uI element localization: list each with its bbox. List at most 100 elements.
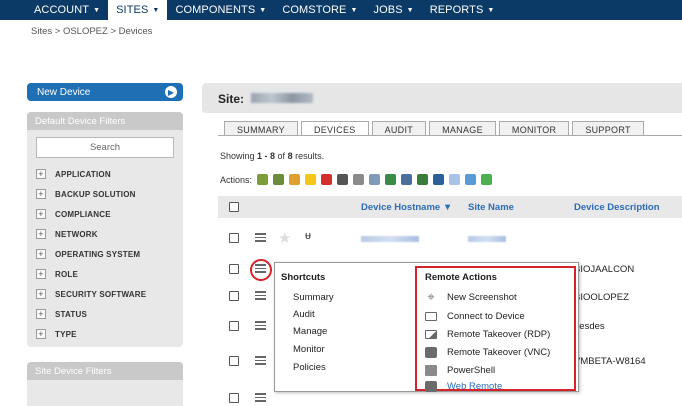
delete-x-icon[interactable] — [321, 174, 333, 185]
filter-item-network[interactable]: + NETWORK — [36, 224, 146, 244]
col-device-hostname[interactable]: Device Hostname ▼ — [361, 202, 452, 213]
expand-plus-icon[interactable]: + — [36, 289, 46, 299]
nav-jobs[interactable]: JOBS ▼ — [366, 0, 422, 20]
shortcut-policies[interactable]: Policies — [293, 362, 326, 373]
remote-web-remote[interactable]: Web Remote — [425, 381, 502, 392]
refresh-icon[interactable] — [481, 174, 493, 185]
expand-plus-icon[interactable]: + — [36, 189, 46, 199]
filter-item-application[interactable]: + APPLICATION — [36, 164, 146, 184]
filter-label: NETWORK — [55, 229, 98, 239]
person-add-icon[interactable] — [465, 174, 477, 185]
site-header: Site: — [202, 83, 682, 113]
actions-label: Actions: — [220, 174, 253, 185]
col-device-description[interactable]: Device Description — [574, 202, 660, 213]
lock-icon[interactable] — [337, 174, 349, 185]
filter-item-role[interactable]: + ROLE — [36, 264, 146, 284]
row-checkbox[interactable] — [229, 291, 239, 301]
star-icon[interactable] — [305, 174, 317, 185]
network-icon[interactable] — [417, 174, 429, 185]
tab-audit[interactable]: AUDIT — [371, 121, 427, 136]
expand-plus-icon[interactable]: + — [36, 209, 46, 219]
move-site-icon[interactable] — [257, 174, 269, 185]
tab-summary[interactable]: SUMMARY — [224, 121, 298, 136]
remote-powershell[interactable]: PowerShell — [425, 365, 495, 376]
chevron-down-icon: ▼ — [487, 6, 495, 14]
tab-manage[interactable]: MANAGE — [429, 121, 496, 136]
shortcut-summary[interactable]: Summary — [293, 292, 334, 303]
shortcut-manage[interactable]: Manage — [293, 326, 327, 337]
remote-action-label: PowerShell — [447, 365, 496, 376]
tab-devices[interactable]: DEVICES — [300, 121, 369, 136]
chevron-down-icon: ▼ — [93, 6, 101, 14]
remote-new-screenshot[interactable]: ⌖ New Screenshot — [425, 290, 516, 303]
breadcrumb[interactable]: Sites > OSLOPEZ > Devices — [31, 26, 152, 37]
pencil-icon[interactable] — [289, 174, 301, 185]
col-site-name[interactable]: Site Name — [468, 202, 514, 213]
remote-takeover-rdp[interactable]: Remote Takeover (RDP) — [425, 329, 550, 340]
tab-support[interactable]: SUPPORT — [572, 121, 644, 136]
search-input[interactable]: Search — [36, 137, 174, 158]
users-icon[interactable] — [273, 174, 285, 185]
nav-label: SITES — [116, 4, 149, 16]
expand-plus-icon[interactable]: + — [36, 309, 46, 319]
filter-item-security-software[interactable]: + SECURITY SOFTWARE — [36, 284, 146, 304]
row-checkbox[interactable] — [229, 356, 239, 366]
row-checkbox[interactable] — [229, 393, 239, 403]
new-device-button[interactable]: New Device ▶ — [27, 83, 183, 101]
expand-plus-icon[interactable]: + — [36, 249, 46, 259]
filter-label: BACKUP SOLUTION — [55, 189, 136, 199]
expand-plus-icon[interactable]: + — [36, 269, 46, 279]
remote-connect-to-device[interactable]: Connect to Device — [425, 311, 525, 322]
panel-title: Default Device Filters — [27, 112, 183, 130]
filter-item-compliance[interactable]: + COMPLIANCE — [36, 204, 146, 224]
table-header: Device Hostname ▼ Site Name Device Descr… — [218, 196, 682, 218]
nav-reports[interactable]: REPORTS ▼ — [422, 0, 503, 20]
device-description: BIOOLOPEZ — [574, 292, 629, 303]
chat-icon[interactable] — [449, 174, 461, 185]
remote-action-label: Remote Takeover (RDP) — [447, 329, 551, 340]
filter-item-backup-solution[interactable]: + BACKUP SOLUTION — [36, 184, 146, 204]
filter-label: STATUS — [55, 309, 88, 319]
nav-components[interactable]: COMPONENTS ▼ — [167, 0, 274, 20]
row-menu-icon[interactable] — [255, 233, 266, 242]
server-icon[interactable] — [401, 174, 413, 185]
expand-plus-icon[interactable]: + — [36, 229, 46, 239]
nav-account[interactable]: ACCOUNT ▼ — [26, 0, 108, 20]
filter-label: TYPE — [55, 329, 77, 339]
filter-item-operating-system[interactable]: + OPERATING SYSTEM — [36, 244, 146, 264]
remote-action-label: Connect to Device — [447, 311, 525, 322]
row-menu-icon[interactable] — [255, 291, 266, 300]
monitor-icon[interactable] — [433, 174, 445, 185]
shortcut-monitor[interactable]: Monitor — [293, 344, 325, 355]
row-menu-icon[interactable] — [255, 356, 266, 365]
row-checkbox[interactable] — [229, 321, 239, 331]
nav-sites[interactable]: SITES ▼ — [108, 0, 168, 20]
device-description: BIOJAALCON — [574, 264, 635, 275]
web-remote-icon — [425, 381, 437, 392]
shortcut-audit[interactable]: Audit — [293, 309, 315, 320]
remote-takeover-vnc[interactable]: Remote Takeover (VNC) — [425, 347, 550, 358]
screenshot-icon[interactable] — [385, 174, 397, 185]
row-menu-icon[interactable] — [255, 321, 266, 330]
tab-monitor[interactable]: MONITOR — [498, 121, 570, 136]
site-label: Site: — [218, 92, 245, 106]
nav-label: ACCOUNT — [34, 4, 90, 16]
gear-icon[interactable] — [353, 174, 365, 185]
nav-comstore[interactable]: COMSTORE ▼ — [274, 0, 365, 20]
arrow-right-icon: ▶ — [165, 86, 177, 98]
filter-item-status[interactable]: + STATUS — [36, 304, 146, 324]
filter-item-type[interactable]: + TYPE — [36, 324, 146, 344]
chevron-down-icon: ▼ — [350, 6, 358, 14]
default-filters-panel: Default Device Filters Search + APPLICATI… — [27, 112, 183, 347]
select-all-checkbox[interactable] — [229, 202, 239, 212]
row-checkbox[interactable] — [229, 264, 239, 274]
row-checkbox[interactable] — [229, 233, 239, 243]
favorite-star-icon[interactable]: ★ — [278, 229, 291, 247]
row-context-menu: Shortcuts Summary Audit Manage Monitor P… — [274, 262, 579, 392]
site-filters-panel: Site Device Filters — [27, 362, 183, 406]
expand-plus-icon[interactable]: + — [36, 169, 46, 179]
expand-plus-icon[interactable]: + — [36, 329, 46, 339]
gear-run-icon[interactable] — [369, 174, 381, 185]
site-name-redacted — [468, 236, 506, 242]
row-menu-icon[interactable] — [255, 393, 266, 402]
